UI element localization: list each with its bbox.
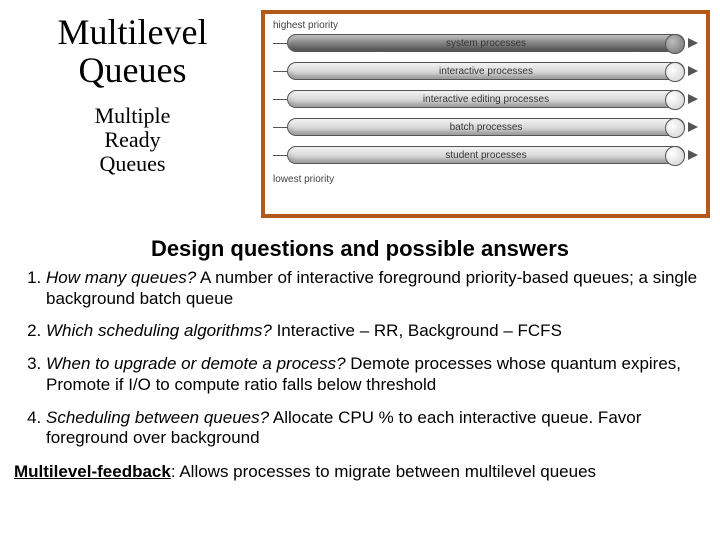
queue-row: interactive editing processes [273,90,698,108]
queue-row: interactive processes [273,62,698,80]
queue-bar: interactive editing processes [287,90,685,108]
qa-item: Which scheduling algorithms? Interactive… [46,321,702,342]
queue-label: student processes [445,150,526,161]
highest-priority-label: highest priority [273,20,698,31]
queue-diagram: highest priority system processes interac… [261,10,710,218]
arrow-line-icon [273,71,287,72]
qa-item: When to upgrade or demote a process? Dem… [46,354,702,395]
arrow-line-icon [273,155,287,156]
arrow-right-icon [688,122,698,132]
qa-list: How many queues? A number of interactive… [40,268,702,449]
footer-note: Multilevel-feedback: Allows processes to… [14,461,706,482]
queue-bar: student processes [287,146,685,164]
qa-question: How many queues? [46,268,196,287]
queue-label: interactive editing processes [423,94,549,105]
qa-question: Which scheduling algorithms? [46,321,272,340]
arrow-line-icon [273,99,287,100]
page-title: Multilevel Queues [10,14,255,90]
queue-cap-icon [665,118,685,138]
queue-row: batch processes [273,118,698,136]
title-line-2: Queues [79,50,187,90]
footer-rest: : Allows processes to migrate between mu… [171,462,596,481]
lowest-priority-label: lowest priority [273,174,698,185]
queue-bar: interactive processes [287,62,685,80]
arrow-right-icon [688,150,698,160]
qa-question: When to upgrade or demote a process? [46,354,346,373]
title-line-1: Multilevel [58,12,208,52]
queue-label: system processes [446,38,526,49]
queue-cap-icon [665,146,685,166]
qa-answer: Interactive – RR, Background – FCFS [272,321,562,340]
arrow-right-icon [688,94,698,104]
qa-question: Scheduling between queues? [46,408,269,427]
queue-cap-icon [665,90,685,110]
page-subtitle: Multiple Ready Queues [10,104,255,177]
footer-lead: Multilevel-feedback [14,462,171,481]
section-heading: Design questions and possible answers [0,236,720,262]
queue-row: student processes [273,146,698,164]
arrow-right-icon [688,66,698,76]
subtitle-line-2: Ready [104,127,160,152]
queue-cap-icon [665,34,685,54]
queue-bar: batch processes [287,118,685,136]
arrow-right-icon [688,38,698,48]
qa-item: How many queues? A number of interactive… [46,268,702,309]
queue-row: system processes [273,34,698,52]
queue-cap-icon [665,62,685,82]
arrow-line-icon [273,43,287,44]
arrow-line-icon [273,127,287,128]
queue-label: batch processes [450,122,523,133]
subtitle-line-3: Queues [100,151,166,176]
queue-bar: system processes [287,34,685,52]
qa-item: Scheduling between queues? Allocate CPU … [46,408,702,449]
queue-label: interactive processes [439,66,533,77]
title-block: Multilevel Queues Multiple Ready Queues [10,8,255,176]
subtitle-line-1: Multiple [95,103,171,128]
